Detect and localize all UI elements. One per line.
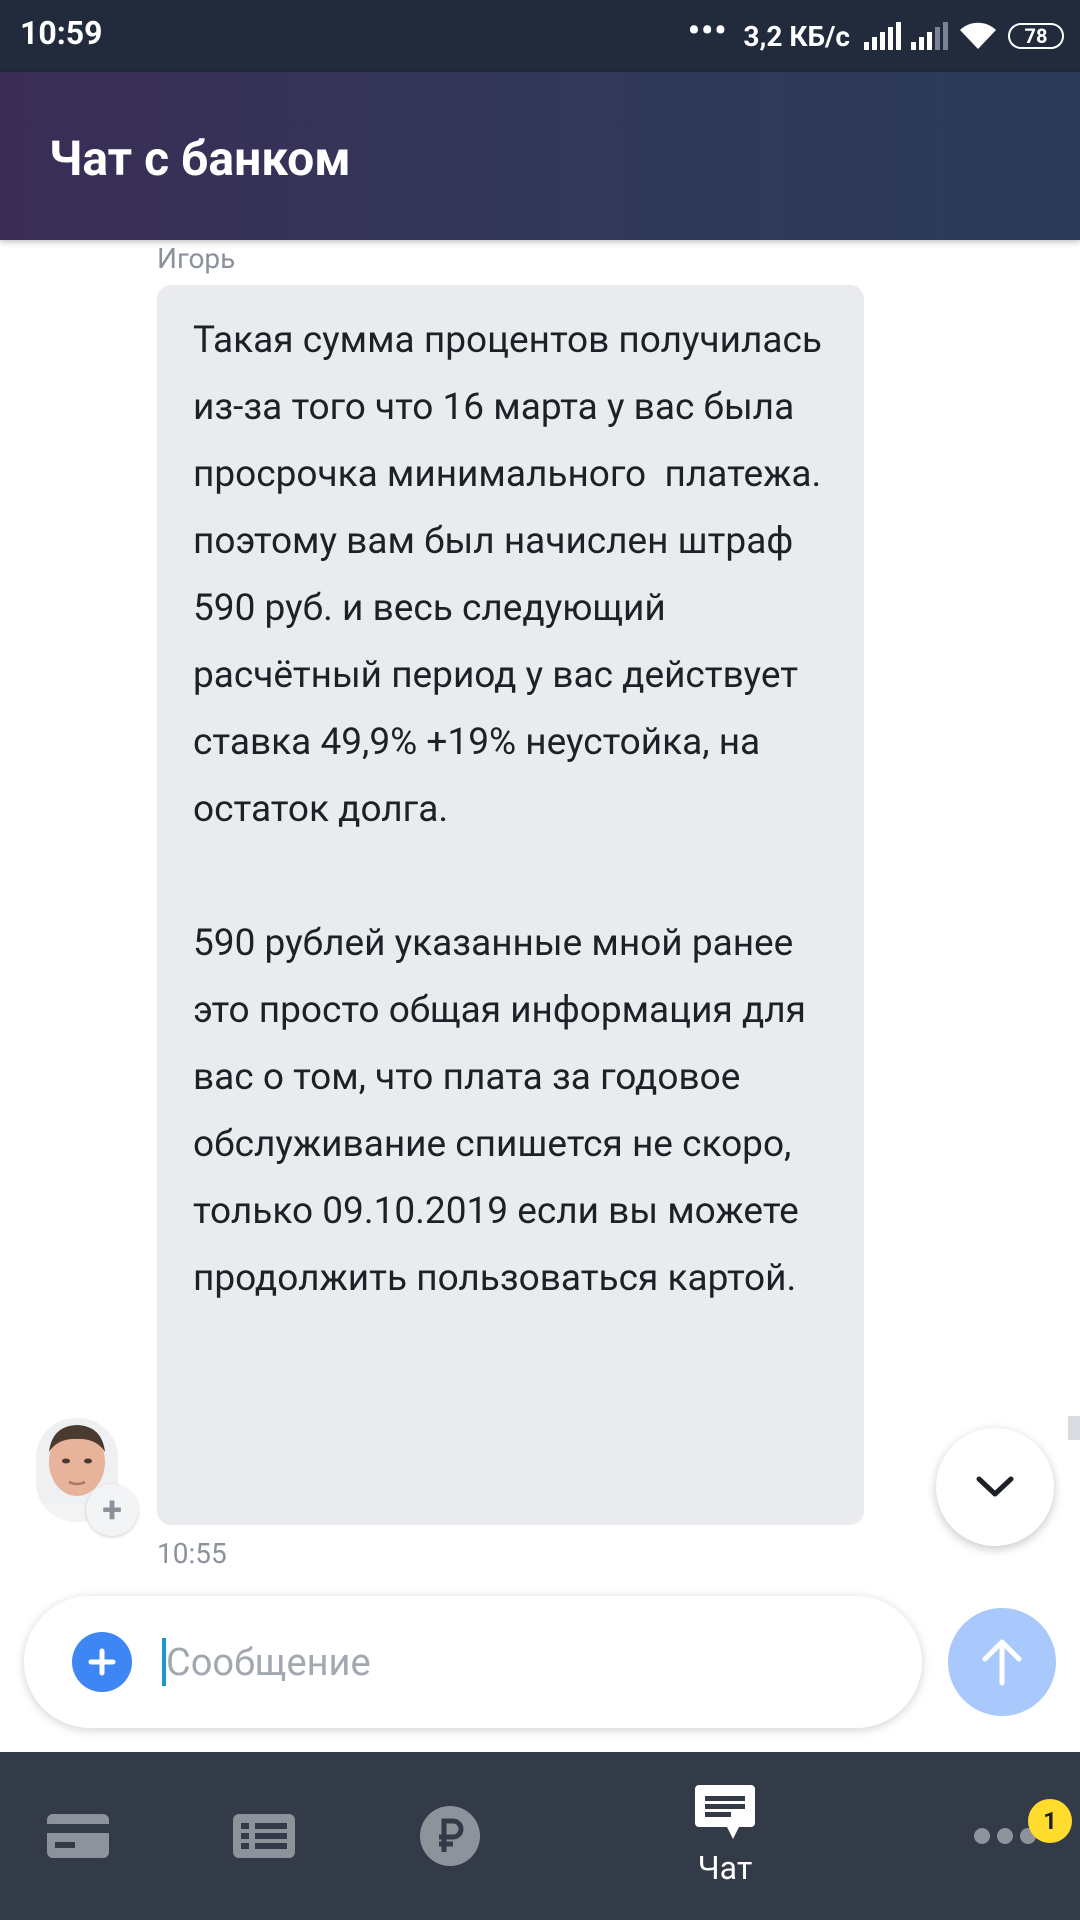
notification-badge: 1: [1028, 1799, 1072, 1843]
message-input[interactable]: [164, 1624, 888, 1702]
nav-payments[interactable]: [418, 1752, 482, 1920]
wifi-icon: [960, 22, 996, 49]
message-text: Такая сумма процентов получилась из-за т…: [193, 319, 822, 1300]
avatar-plus-icon[interactable]: +: [86, 1484, 138, 1536]
send-button[interactable]: [948, 1608, 1056, 1716]
signal-1-icon: [864, 22, 901, 50]
network-speed: 3,2 КБ/с: [743, 19, 850, 53]
plus-icon: [88, 1648, 116, 1676]
battery-icon: 78: [1008, 23, 1064, 49]
bottom-nav: Чат 1: [0, 1752, 1080, 1920]
nav-chat-label: Чат: [697, 1849, 753, 1887]
message-bubble[interactable]: Такая сумма процентов получилась из-за т…: [157, 285, 864, 1525]
more-notifications-icon: •••: [687, 11, 728, 51]
list-icon: [233, 1814, 295, 1858]
message-sender: Игорь: [157, 242, 236, 275]
battery-level: 78: [1024, 24, 1048, 48]
status-icons: ••• 3,2 КБ/с 78: [687, 11, 1064, 58]
nav-cards[interactable]: [42, 1752, 114, 1920]
nav-more[interactable]: [970, 1752, 1040, 1920]
message-composer: [0, 1570, 1080, 1752]
message-time: 10:55: [157, 1537, 227, 1570]
signal-2-icon: [911, 22, 948, 50]
app-header: Чат с банком: [0, 72, 1080, 240]
scrollbar[interactable]: [1068, 1416, 1080, 1440]
arrow-up-icon: [982, 1639, 1022, 1686]
chevron-down-icon: [976, 1476, 1014, 1497]
status-bar: 10:59 ••• 3,2 КБ/с 78: [0, 0, 1080, 72]
attach-button[interactable]: [72, 1632, 132, 1692]
chat-icon: [695, 1785, 755, 1839]
message-input-box[interactable]: [24, 1596, 922, 1728]
ruble-icon: [420, 1806, 480, 1866]
page-title: Чат с банком: [49, 130, 351, 187]
scroll-down-button[interactable]: [936, 1428, 1054, 1546]
more-icon: [974, 1828, 1036, 1844]
nav-chat[interactable]: Чат: [680, 1752, 770, 1920]
nav-history[interactable]: [232, 1752, 296, 1920]
status-time: 10:59: [20, 14, 103, 52]
card-icon: [47, 1814, 109, 1858]
